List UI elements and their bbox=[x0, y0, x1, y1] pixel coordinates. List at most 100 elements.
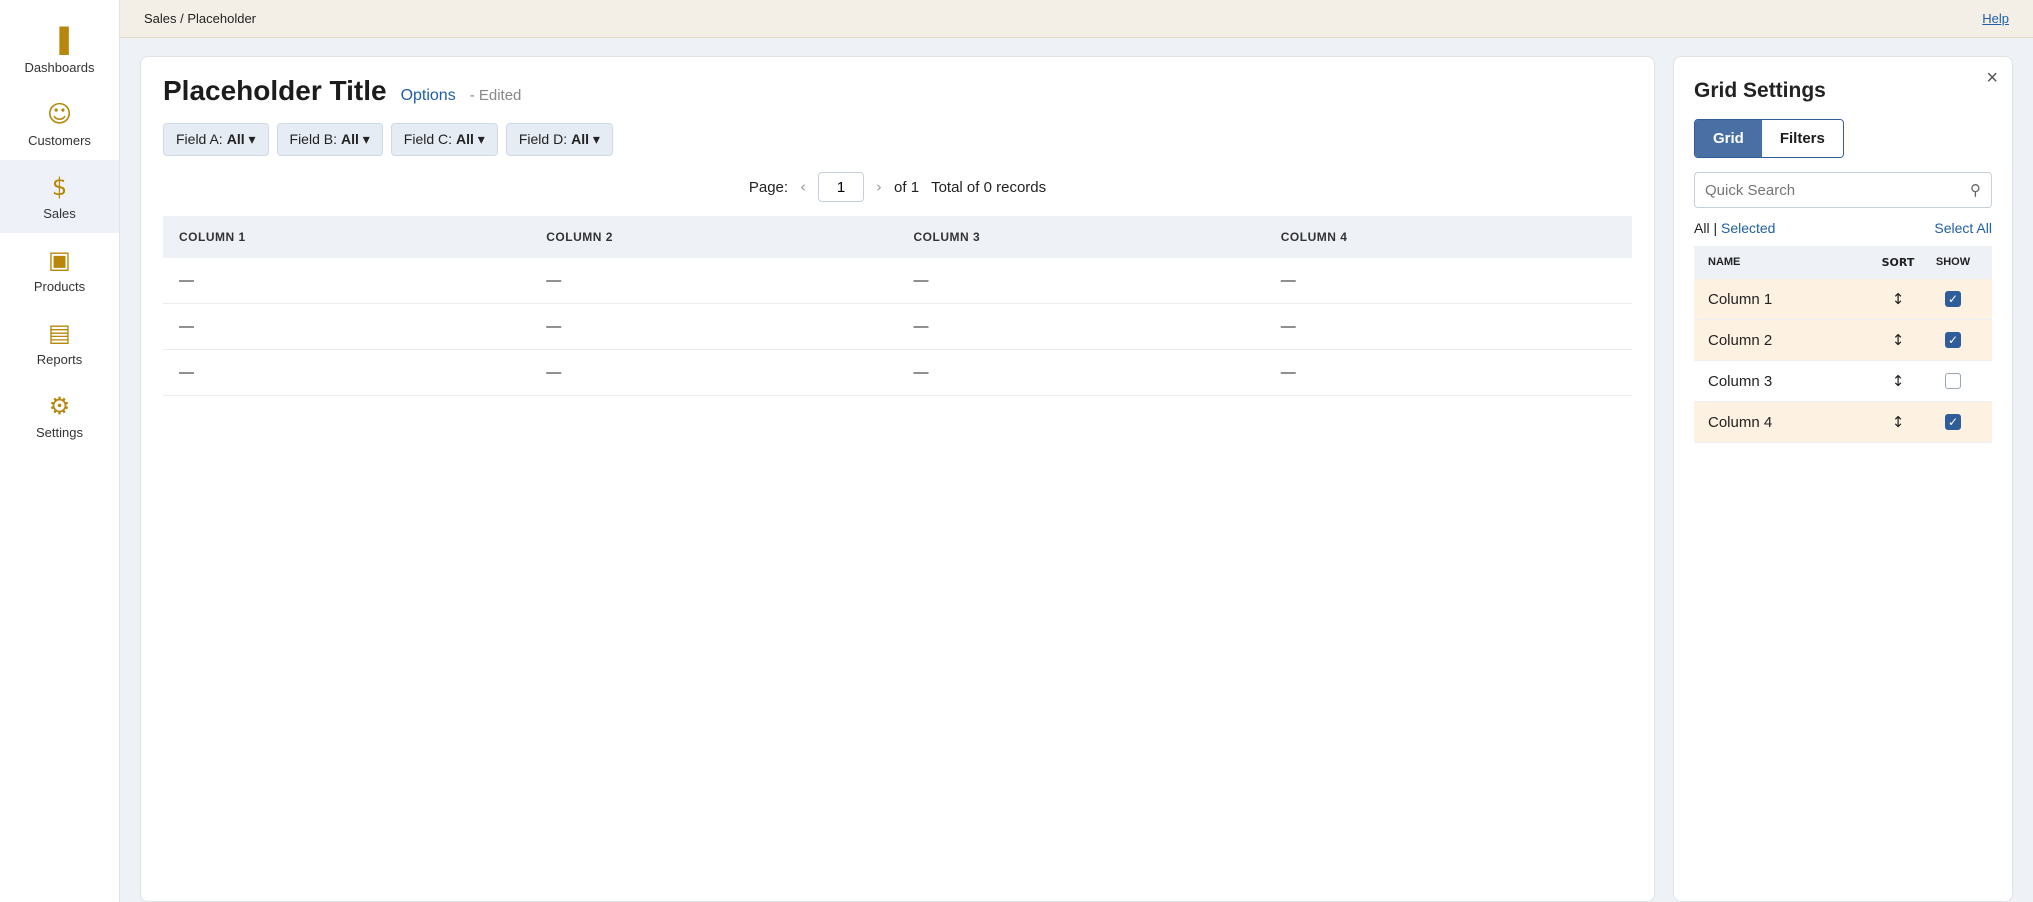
table-cell: — bbox=[897, 303, 1265, 350]
page-input[interactable] bbox=[818, 172, 865, 202]
column-show-header: Show bbox=[1935, 256, 1971, 268]
filter-value: All bbox=[456, 131, 474, 147]
show-toggle: ✓ bbox=[1928, 291, 1978, 307]
column-setting-name: Column 2 bbox=[1708, 331, 1773, 349]
filter-chip[interactable]: Field C: All ▾ bbox=[390, 123, 498, 156]
help-link[interactable]: Help bbox=[1982, 11, 2009, 26]
sidebar-item-label: Products bbox=[33, 279, 86, 294]
table-cell: — bbox=[530, 349, 898, 396]
filter-value: All bbox=[340, 131, 359, 147]
sidebar-item-reports[interactable]: ▤ Reports bbox=[0, 306, 119, 379]
chevron-down-icon: ▾ bbox=[473, 131, 485, 147]
settings-tabs: Grid Filters bbox=[1694, 119, 1844, 158]
table-cell: — bbox=[1264, 303, 1632, 350]
table-body: — — — — — — — — — — — — bbox=[163, 258, 1632, 396]
page-count: of 1 bbox=[894, 178, 920, 196]
filter-chip[interactable]: Field B: All ▾ bbox=[276, 123, 383, 156]
sort-handle-icon[interactable]: ↕ bbox=[1868, 413, 1928, 431]
app-root: ▐ Dashboards ☺ Customers $ Sales ▣ Products ▤ Rep… bbox=[0, 0, 2033, 902]
chevron-down-icon: ▾ bbox=[358, 131, 370, 147]
edited-status: - Edited bbox=[469, 87, 522, 104]
filter-value: All bbox=[226, 131, 245, 147]
select-all-link[interactable]: Select All bbox=[1934, 220, 1992, 236]
show-checkbox[interactable] bbox=[1945, 373, 1961, 389]
column-setting-name: Column 3 bbox=[1708, 372, 1773, 390]
scope-selected[interactable]: Selected bbox=[1721, 220, 1775, 236]
page-title[interactable]: Placeholder Title bbox=[163, 75, 387, 107]
show-toggle: ✓ bbox=[1928, 414, 1978, 430]
sidebar-item-sales[interactable]: $ Sales bbox=[0, 160, 119, 233]
close-icon[interactable]: × bbox=[1986, 67, 1998, 90]
results-table: Column 1 Column 2 Column 3 Column 4 — — — — — — —… bbox=[163, 216, 1632, 396]
show-checkbox[interactable]: ✓ bbox=[1945, 332, 1961, 348]
table-row[interactable]: — — — — bbox=[163, 303, 1632, 350]
filter-chip[interactable]: Field A: All ▾ bbox=[163, 123, 269, 156]
sidebar-item-settings[interactable]: ⚙ Settings bbox=[0, 379, 119, 452]
sidebar-item-label: Reports bbox=[36, 352, 83, 367]
table-cell: — bbox=[530, 303, 898, 350]
show-toggle bbox=[1928, 373, 1978, 389]
sidebar-item-dashboards[interactable]: ▐ Dashboards bbox=[0, 14, 119, 87]
results-panel: Placeholder Title Options - Edited Field… bbox=[140, 56, 1655, 902]
scope-all[interactable]: All bbox=[1694, 220, 1710, 236]
title-row: Placeholder Title Options - Edited bbox=[163, 75, 1632, 107]
options-link[interactable]: Options bbox=[401, 87, 456, 105]
sidebar: ▐ Dashboards ☺ Customers $ Sales ▣ Products ▤ Rep… bbox=[0, 0, 120, 902]
show-checkbox[interactable]: ✓ bbox=[1945, 291, 1961, 307]
record-total: Total of 0 records bbox=[931, 178, 1047, 196]
users-icon: ☺ bbox=[46, 100, 73, 128]
quick-search-input[interactable] bbox=[1705, 181, 1970, 199]
box-icon: ▣ bbox=[48, 246, 71, 274]
table-cell: — bbox=[897, 258, 1265, 304]
column-name-header: Name bbox=[1708, 256, 1741, 268]
column-setting-row: Column 4 ↕ ✓ bbox=[1694, 402, 1992, 443]
page-label: Page: bbox=[748, 178, 789, 196]
chevron-down-icon: ▾ bbox=[244, 131, 256, 147]
column-header[interactable]: Column 4 bbox=[1264, 216, 1632, 258]
table-cell: — bbox=[163, 349, 531, 396]
gear-icon: ⚙ bbox=[48, 392, 71, 420]
column-list: Column 1 ↕ ✓ Column 2 ↕ ✓ Column 3 ↕ Column 4 ↕ ✓ bbox=[1694, 279, 1992, 443]
topbar: Sales / Placeholder Help bbox=[120, 0, 2033, 38]
sidebar-item-label: Customers bbox=[28, 133, 91, 148]
chart-icon: ▐ bbox=[50, 27, 69, 55]
grid-settings-title: Grid Settings bbox=[1694, 79, 1826, 102]
table-cell: — bbox=[163, 258, 531, 304]
sidebar-item-label: Dashboards bbox=[24, 60, 95, 75]
column-setting-name: Column 1 bbox=[1708, 290, 1773, 308]
prev-page-icon[interactable]: ‹ bbox=[800, 178, 806, 196]
sidebar-item-products[interactable]: ▣ Products bbox=[0, 233, 119, 306]
search-icon[interactable]: ⚲ bbox=[1970, 181, 1981, 199]
column-header[interactable]: Column 1 bbox=[163, 216, 531, 258]
table-cell: — bbox=[163, 303, 531, 350]
column-setting-row: Column 1 ↕ ✓ bbox=[1694, 279, 1992, 320]
show-checkbox[interactable]: ✓ bbox=[1945, 414, 1961, 430]
table-header-row: Column 1 Column 2 Column 3 Column 4 bbox=[163, 216, 1632, 258]
column-sort-header: Sort bbox=[1881, 256, 1915, 269]
next-page-icon[interactable]: › bbox=[876, 178, 882, 196]
column-setting-row: Column 2 ↕ ✓ bbox=[1694, 320, 1992, 361]
sidebar-item-customers[interactable]: ☺ Customers bbox=[0, 87, 119, 160]
sort-handle-icon[interactable]: ↕ bbox=[1868, 372, 1928, 390]
filter-chip[interactable]: Field D: All ▾ bbox=[505, 123, 613, 156]
content: Placeholder Title Options - Edited Field… bbox=[120, 38, 2033, 902]
filter-value: All bbox=[571, 131, 589, 147]
column-list-header: Name Sort Show bbox=[1694, 246, 1992, 279]
column-setting-row: Column 3 ↕ bbox=[1694, 361, 1992, 402]
filter-bar: Field A: All ▾ Field B: All ▾ Field C: All ▾ F… bbox=[163, 123, 1632, 156]
sort-handle-icon[interactable]: ↕ bbox=[1868, 331, 1928, 349]
show-toggle: ✓ bbox=[1928, 332, 1978, 348]
sidebar-item-label: Sales bbox=[43, 206, 76, 221]
table-row[interactable]: — — — — bbox=[163, 258, 1632, 304]
tab-filters[interactable]: Filters bbox=[1761, 120, 1843, 157]
table-cell: — bbox=[530, 258, 898, 304]
column-header[interactable]: Column 2 bbox=[530, 216, 898, 258]
main-area: Sales / Placeholder Help Placeholder Tit… bbox=[120, 0, 2033, 902]
tab-grid[interactable]: Grid bbox=[1695, 120, 1762, 157]
table-cell: — bbox=[1264, 258, 1632, 304]
table-row[interactable]: — — — — bbox=[163, 349, 1632, 396]
column-header[interactable]: Column 3 bbox=[897, 216, 1265, 258]
table-cell: — bbox=[897, 349, 1265, 396]
sort-handle-icon[interactable]: ↕ bbox=[1868, 290, 1928, 308]
quick-search: ⚲ bbox=[1694, 172, 1992, 208]
